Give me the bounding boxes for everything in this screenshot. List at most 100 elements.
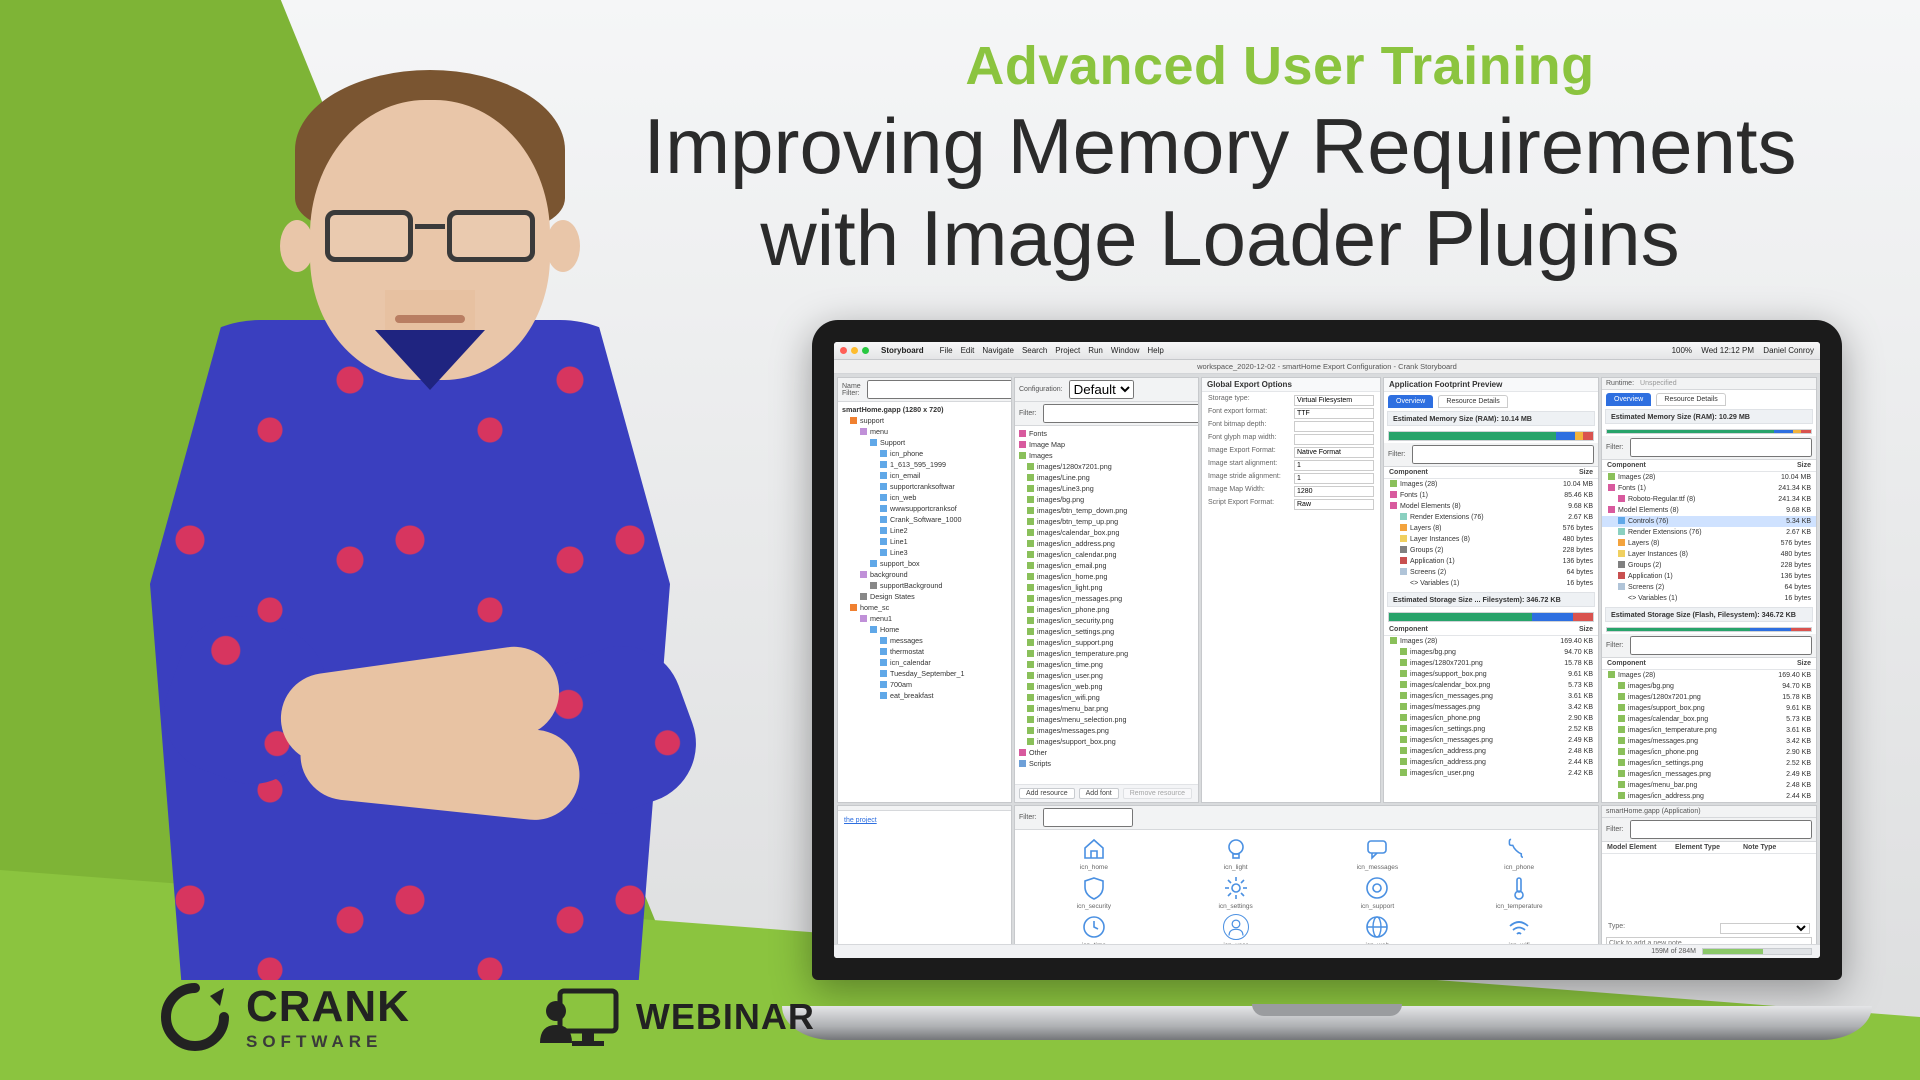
tree-item[interactable]: support (838, 415, 1011, 426)
export-value-input[interactable] (1294, 486, 1374, 497)
menu-project[interactable]: Project (1055, 346, 1080, 355)
tree-item[interactable]: Home (838, 624, 1011, 635)
table-row[interactable]: Groups (2)228 bytes (1602, 560, 1816, 571)
resource-item[interactable]: images/btn_temp_down.png (1015, 505, 1198, 516)
table-row[interactable]: Images (28)169.40 KB (1384, 636, 1598, 647)
resource-item[interactable]: images/icn_messages.png (1015, 593, 1198, 604)
resource-item[interactable]: images/icn_web.png (1015, 681, 1198, 692)
export-value-input[interactable] (1294, 460, 1374, 471)
table-row[interactable]: Fonts (1)85.46 KB (1384, 490, 1598, 501)
footprint2-storage-filter-input[interactable] (1630, 636, 1813, 655)
tree-item[interactable]: icn_calendar (838, 657, 1011, 668)
resource-item[interactable]: images/icn_settings.png (1015, 626, 1198, 637)
table-row[interactable]: Roboto-Regular.ttf (8)241.34 KB (1602, 494, 1816, 505)
table-row[interactable]: images/support_box.png9.61 KB (1602, 703, 1816, 714)
resource-item[interactable]: images/icn_time.png (1015, 659, 1198, 670)
table-row[interactable]: images/bg.png94.70 KB (1602, 681, 1816, 692)
tree-item[interactable]: thermostat (838, 646, 1011, 657)
resource-item[interactable]: Other (1015, 747, 1198, 758)
table-row[interactable]: images/menu_bar.png2.48 KB (1602, 780, 1816, 791)
table-row[interactable]: images/icn_address.png2.44 KB (1602, 791, 1816, 802)
table-row[interactable]: images/icn_temperature.png3.61 KB (1602, 725, 1816, 736)
export-value-input[interactable] (1294, 473, 1374, 484)
remove-resource-button[interactable]: Remove resource (1123, 788, 1192, 799)
window-controls[interactable] (840, 347, 869, 354)
table-row[interactable]: Fonts (1)241.34 KB (1602, 483, 1816, 494)
tree-item[interactable]: menu1 (838, 613, 1011, 624)
resource-item[interactable]: Fonts (1015, 428, 1198, 439)
tree-item[interactable]: supportBackground (838, 580, 1011, 591)
add-font-button[interactable]: Add font (1079, 788, 1119, 799)
table-row[interactable]: Render Extensions (76)2.67 KB (1384, 512, 1598, 523)
table-row[interactable]: Layers (8)576 bytes (1602, 538, 1816, 549)
resource-item[interactable]: images/calendar_box.png (1015, 527, 1198, 538)
tab-overview-2[interactable]: Overview (1606, 393, 1651, 406)
table-row[interactable]: images/bg.png94.70 KB (1384, 647, 1598, 658)
table-row[interactable]: images/icn_phone.png2.90 KB (1384, 713, 1598, 724)
table-row[interactable]: images/icn_address.png2.44 KB (1384, 757, 1598, 768)
table-row[interactable]: images/icn_phone.png2.90 KB (1602, 747, 1816, 758)
table-row[interactable]: Layers (8)576 bytes (1384, 523, 1598, 534)
table-row[interactable]: images/calendar_box.png5.73 KB (1602, 714, 1816, 725)
resource-item[interactable]: Images (1015, 450, 1198, 461)
menu-navigate[interactable]: Navigate (982, 346, 1014, 355)
resource-item[interactable]: Scripts (1015, 758, 1198, 769)
resource-item[interactable]: images/icn_user.png (1015, 670, 1198, 681)
table-row[interactable]: Images (28)169.40 KB (1602, 670, 1816, 681)
tree-item[interactable]: background (838, 569, 1011, 580)
footprint2-filter-input[interactable] (1630, 438, 1813, 457)
tree-item[interactable]: supportcranksoftwar (838, 481, 1011, 492)
tree-item[interactable]: Crank_Software_1000 (838, 514, 1011, 525)
resource-item[interactable]: images/bg.png (1015, 494, 1198, 505)
table-row[interactable]: images/icn_messages.png3.61 KB (1384, 691, 1598, 702)
export-value-input[interactable] (1294, 434, 1374, 445)
resource-item[interactable]: images/btn_temp_up.png (1015, 516, 1198, 527)
tree-item[interactable]: menu (838, 426, 1011, 437)
config-select[interactable]: Default (1069, 380, 1134, 399)
tree-item[interactable]: 1_613_595_1999 (838, 459, 1011, 470)
resource-item[interactable]: images/icn_wifi.png (1015, 692, 1198, 703)
table-row[interactable]: images/messages.png3.42 KB (1602, 736, 1816, 747)
tab-resource-details[interactable]: Resource Details (1438, 395, 1507, 408)
footprint-filter-input[interactable] (1412, 445, 1595, 464)
table-row[interactable]: Application (1)136 bytes (1602, 571, 1816, 582)
tree-item[interactable]: icn_web (838, 492, 1011, 503)
tree-item[interactable]: Line2 (838, 525, 1011, 536)
menu-edit[interactable]: Edit (961, 346, 975, 355)
navigator-filter-input[interactable] (867, 380, 1012, 399)
tree-item[interactable]: icn_email (838, 470, 1011, 481)
asset-item[interactable]: icn_security (1025, 875, 1163, 910)
resource-item[interactable]: images/icn_phone.png (1015, 604, 1198, 615)
resource-item[interactable]: Image Map (1015, 439, 1198, 450)
asset-item[interactable]: icn_settings (1167, 875, 1305, 910)
table-row[interactable]: Screens (2)64 bytes (1384, 567, 1598, 578)
table-row[interactable]: images/1280x7201.png15.78 KB (1602, 692, 1816, 703)
resource-item[interactable]: images/icn_calendar.png (1015, 549, 1198, 560)
menu-run[interactable]: Run (1088, 346, 1103, 355)
tree-item[interactable]: Design States (838, 591, 1011, 602)
menu-help[interactable]: Help (1147, 346, 1163, 355)
export-value-input[interactable] (1294, 499, 1374, 510)
resource-item[interactable]: images/icn_email.png (1015, 560, 1198, 571)
resource-item[interactable]: images/messages.png (1015, 725, 1198, 736)
export-value-input[interactable] (1294, 408, 1374, 419)
resource-item[interactable]: images/icn_home.png (1015, 571, 1198, 582)
table-row[interactable]: Images (28)10.04 MB (1602, 472, 1816, 483)
table-row[interactable]: images/support_box.png9.61 KB (1384, 669, 1598, 680)
resource-item[interactable]: images/Line.png (1015, 472, 1198, 483)
table-row[interactable]: Model Elements (8)9.68 KB (1602, 505, 1816, 516)
table-row[interactable]: Images (28)10.04 MB (1384, 479, 1598, 490)
resource-item[interactable]: images/menu_bar.png (1015, 703, 1198, 714)
note-type-select[interactable] (1720, 923, 1810, 934)
table-row[interactable]: images/1280x7201.png15.78 KB (1384, 658, 1598, 669)
table-row[interactable]: Layer Instances (8)480 bytes (1384, 534, 1598, 545)
tree-item[interactable]: Line3 (838, 547, 1011, 558)
table-row[interactable]: Screens (2)64 bytes (1602, 582, 1816, 593)
tree-item[interactable]: messages (838, 635, 1011, 646)
tree-item[interactable]: support_box (838, 558, 1011, 569)
table-row[interactable]: images/icn_user.png2.42 KB (1384, 768, 1598, 779)
resources-filter-input[interactable] (1043, 404, 1200, 423)
table-row[interactable]: <> Variables (1)16 bytes (1602, 593, 1816, 604)
menu-file[interactable]: File (940, 346, 953, 355)
resource-item[interactable]: images/1280x7201.png (1015, 461, 1198, 472)
